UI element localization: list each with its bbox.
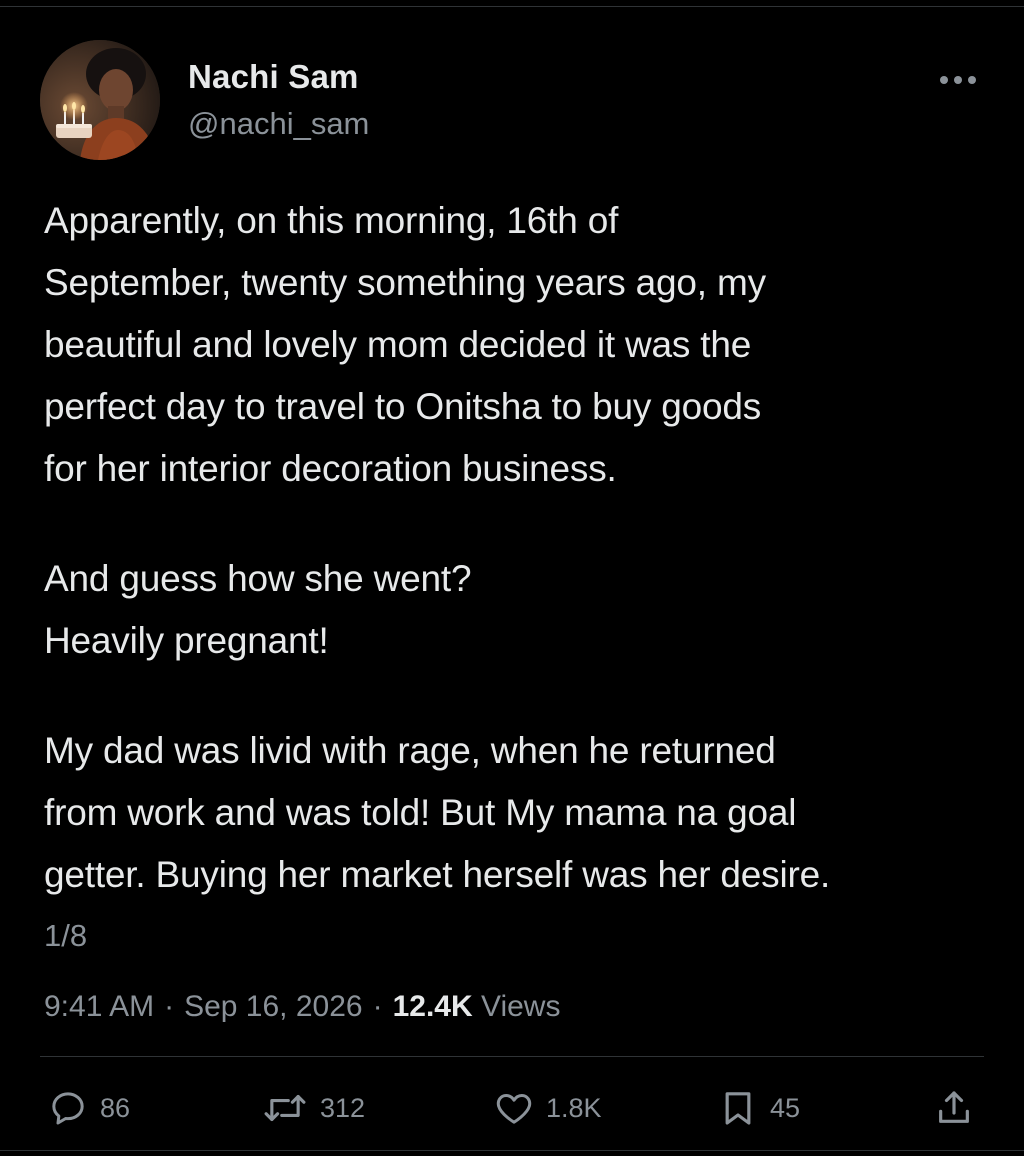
thread-position: 1/8 [44, 918, 88, 953]
top-divider [0, 6, 1024, 7]
avatar-photo [40, 40, 160, 160]
tweet-header: Nachi Sam @nachi_sam [40, 40, 984, 160]
repost-arrows-icon [264, 1094, 306, 1122]
tweet-meta: 9:41 AM · Sep 16, 2026 · 12.4K Views [44, 990, 560, 1024]
avatar[interactable] [40, 40, 160, 160]
share-button[interactable] [934, 1080, 974, 1136]
meta-separator: · [372, 990, 383, 1023]
tweet-paragraph: Apparently, on this morning, 16th of Sep… [44, 200, 766, 489]
meta-separator: · [164, 990, 175, 1023]
repost-count: 312 [320, 1092, 366, 1123]
reply-bubble-icon [52, 1092, 84, 1125]
tweet-time[interactable]: 9:41 AM [44, 990, 154, 1023]
bookmark-count: 45 [770, 1092, 801, 1123]
tweet-paragraph: And guess how she went? Heavily pregnant… [44, 558, 472, 661]
views-label: Views [480, 990, 561, 1023]
like-button[interactable]: 1.8K [494, 1080, 602, 1136]
bookmark-icon [725, 1092, 751, 1125]
tweet-actions: 86 312 1.8K 45 [0, 1080, 1024, 1136]
like-count: 1.8K [546, 1092, 602, 1123]
views-count: 12.4K [392, 990, 473, 1023]
reply-count: 86 [100, 1092, 131, 1123]
author-handle[interactable]: @nachi_sam [188, 106, 369, 142]
more-horizontal-icon[interactable] [936, 70, 980, 90]
reply-button[interactable]: 86 [48, 1080, 130, 1136]
tweet-body: Apparently, on this morning, 16th of Sep… [44, 190, 974, 906]
tweet-date[interactable]: Sep 16, 2026 [184, 990, 363, 1023]
bookmark-button[interactable]: 45 [718, 1080, 800, 1136]
actions-divider [40, 1056, 984, 1057]
share-upload-icon [939, 1091, 969, 1123]
bottom-divider [0, 1150, 1024, 1151]
tweet-paragraph: My dad was livid with rage, when he retu… [44, 730, 831, 895]
repost-button[interactable]: 312 [262, 1080, 365, 1136]
heart-icon [496, 1094, 532, 1124]
author-name[interactable]: Nachi Sam [188, 58, 359, 96]
